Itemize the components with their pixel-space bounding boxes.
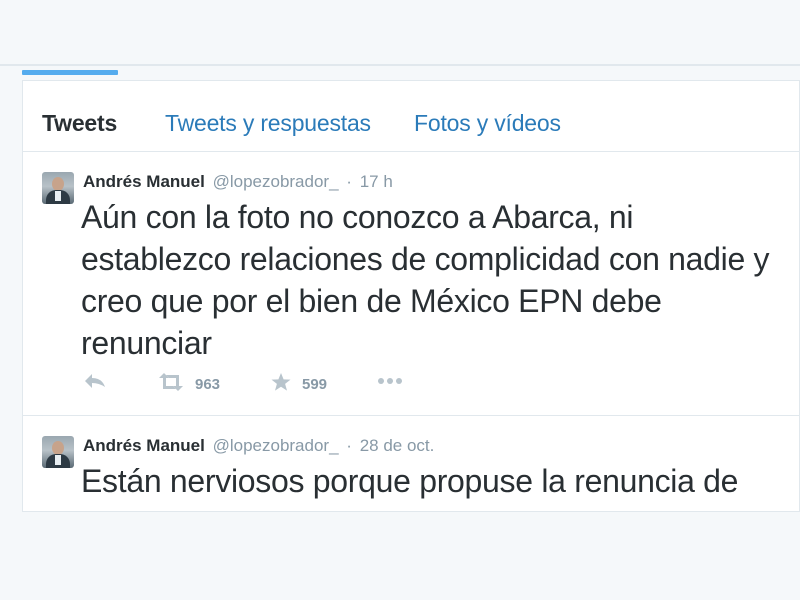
author-name[interactable]: Andrés Manuel [83,172,205,191]
avatar[interactable] [42,436,74,468]
favorite-count: 599 [302,376,328,393]
tweet-timestamp[interactable]: 17 h [360,172,393,191]
active-nav-indicator [22,70,118,75]
separator-dot: · [346,172,352,191]
top-bar [0,0,800,75]
retweet-button[interactable]: 963 [157,372,220,397]
more-button[interactable] [377,372,403,390]
avatar[interactable] [42,172,74,204]
timeline-panel: Tweets Tweets y respuestas Fotos y vídeo… [22,80,800,512]
reply-icon [83,372,107,395]
tweet-text: Aún con la foto no conozco a Abarca, ni … [81,199,770,361]
star-icon [270,372,292,397]
tweet-item[interactable]: Andrés Manuel @lopezobrador_ · 28 de oct… [23,416,799,511]
separator-dot: · [346,436,352,455]
author-handle[interactable]: @lopezobrador_ [213,436,339,455]
retweet-count: 963 [195,376,221,393]
timeline-tabs: Tweets Tweets y respuestas Fotos y vídeo… [23,81,799,152]
favorite-button[interactable]: 599 [270,372,327,397]
tweet-header: Andrés Manuel @lopezobrador_ · 28 de oct… [83,436,434,456]
more-icon [377,372,403,390]
tweet-timestamp[interactable]: 28 de oct. [360,436,435,455]
author-name[interactable]: Andrés Manuel [83,436,205,455]
reply-button[interactable] [83,372,107,395]
tab-tweets-and-replies[interactable]: Tweets y respuestas [165,110,371,137]
tab-photos-and-videos[interactable]: Fotos y vídeos [414,110,561,137]
author-handle[interactable]: @lopezobrador_ [213,172,339,191]
tweet-text: Están nerviosos porque propuse la renunc… [81,463,739,499]
tweet-item[interactable]: Andrés Manuel @lopezobrador_ · 17 h Aún … [23,152,799,416]
retweet-icon [157,372,185,397]
tweet-header: Andrés Manuel @lopezobrador_ · 17 h [83,172,393,192]
tab-tweets[interactable]: Tweets [42,110,117,137]
top-divider [0,64,800,66]
